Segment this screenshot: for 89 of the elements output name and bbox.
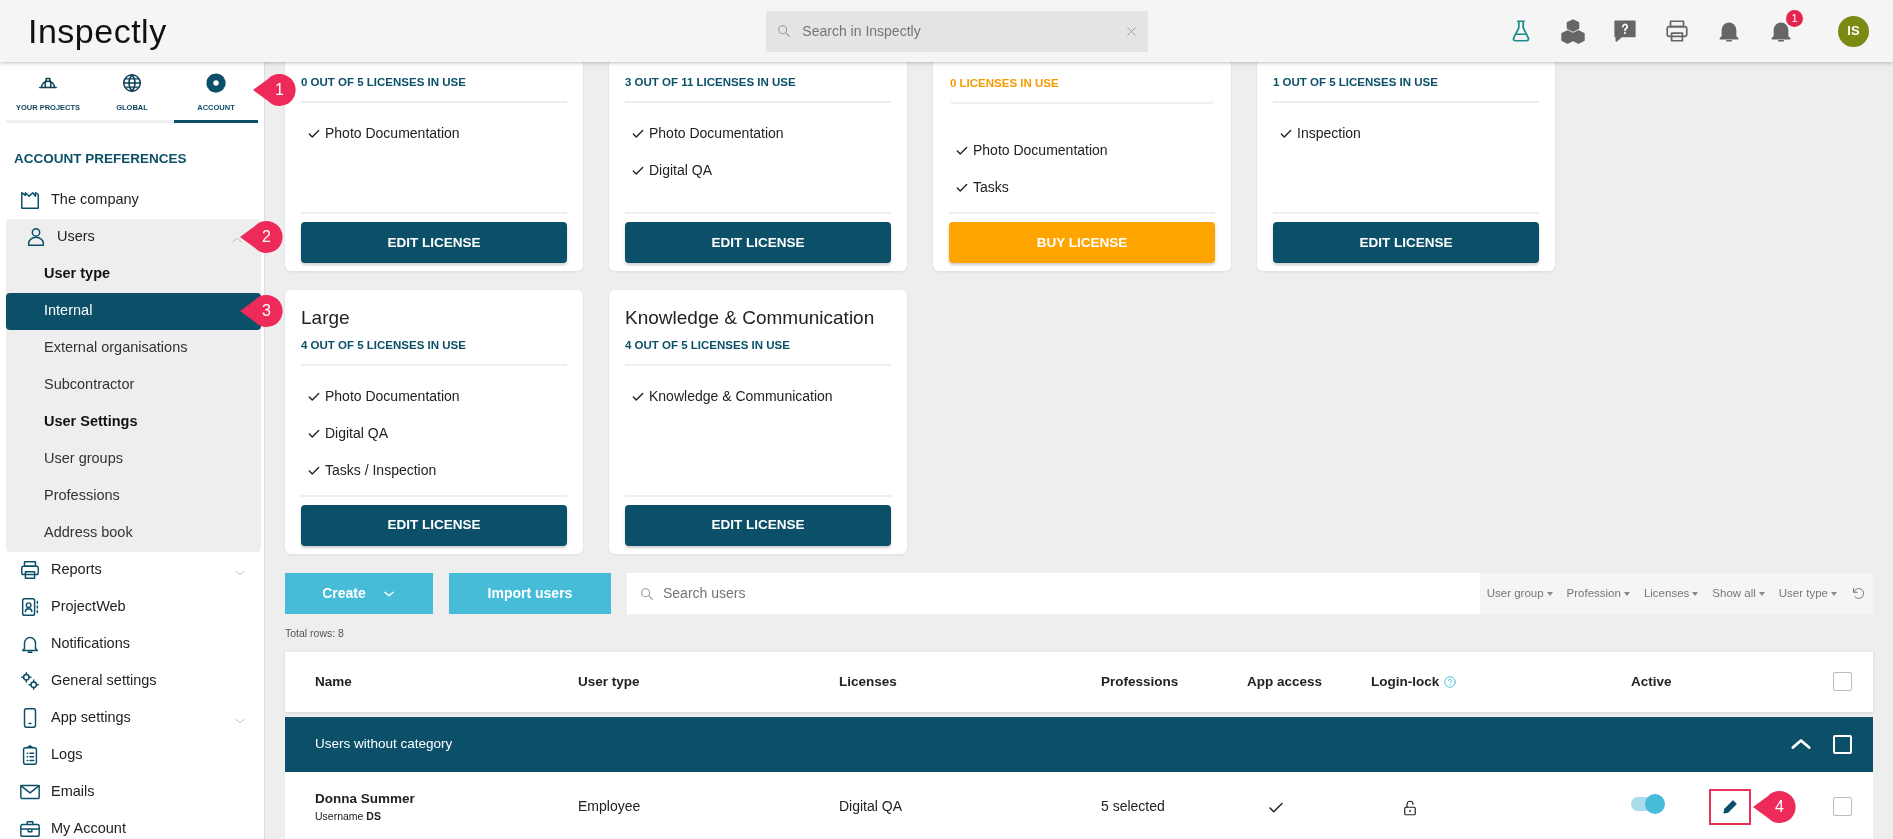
- feature-label: Photo Documentation: [325, 124, 460, 144]
- feature-label: Digital QA: [649, 161, 713, 181]
- column-header: Professions: [1101, 672, 1179, 691]
- filter-dropdown[interactable]: Show all: [1705, 573, 1772, 614]
- caret-icon: [1692, 591, 1699, 596]
- column-header: Login-lock: [1371, 672, 1440, 691]
- feature-label: Inspection: [1297, 124, 1361, 144]
- license-usage: 4 OUT OF 5 LICENSES IN USE: [625, 332, 891, 366]
- section-heading: ACCOUNT PREFERENCES: [13, 150, 188, 169]
- license-title: Knowledge & Communication: [625, 306, 876, 331]
- globe-icon: [121, 72, 143, 94]
- license-usage: 1 OUT OF 5 LICENSES IN USE: [1273, 62, 1539, 104]
- sidebar-item[interactable]: My Account: [6, 810, 261, 839]
- edit-license-button[interactable]: EDIT LICENSE: [1273, 222, 1539, 264]
- contact-card-icon: [19, 596, 41, 618]
- username-label: Username DS: [315, 809, 382, 824]
- submenu-item[interactable]: Subcontractor: [6, 366, 261, 404]
- sidebar-item[interactable]: The company: [6, 181, 261, 219]
- table-cell-text: 5 selected: [1101, 797, 1166, 817]
- checkbox[interactable]: [1833, 797, 1852, 817]
- license-usage: 0 LICENSES IN USE: [949, 62, 1215, 105]
- table-cell-text: Employee: [578, 797, 642, 817]
- submenu-item[interactable]: Internal: [6, 292, 261, 330]
- step-tooltip: 3: [239, 292, 283, 329]
- sidebar-item[interactable]: Logs: [6, 736, 261, 774]
- reset-icon: [1851, 586, 1866, 601]
- group-label: Users without category: [315, 735, 454, 754]
- submenu-item[interactable]: Address book: [6, 514, 261, 552]
- feature-label: Photo Documentation: [325, 387, 460, 406]
- submenu-item[interactable]: External organisations: [6, 329, 261, 367]
- column-header: Licenses: [839, 672, 897, 691]
- license-title: Large: [301, 306, 351, 331]
- search-field[interactable]: Search in Inspectly: [766, 10, 1149, 52]
- column-header: Name: [315, 672, 352, 691]
- license-usage: 3 OUT OF 11 LICENSES IN USE: [625, 62, 891, 104]
- filter-dropdown[interactable]: User group: [1479, 573, 1560, 614]
- help-icon[interactable]: [1612, 18, 1638, 44]
- filter-dropdown[interactable]: Licenses: [1636, 573, 1706, 614]
- caret-icon: [1758, 591, 1765, 596]
- factory-icon: [19, 189, 41, 211]
- caret-icon: [1831, 591, 1837, 596]
- printer-icon[interactable]: [1664, 18, 1690, 44]
- feature-label: Photo Documentation: [973, 141, 1108, 161]
- caret-icon: [1623, 591, 1630, 596]
- checkbox[interactable]: [1833, 672, 1852, 692]
- column-header: User type: [578, 672, 640, 691]
- feature-label: Tasks / Inspection: [325, 461, 437, 480]
- app-logo[interactable]: Inspectly: [28, 5, 167, 57]
- sidebar-item[interactable]: General settings: [6, 662, 261, 700]
- briefcase-icon: [19, 818, 41, 839]
- caret-icon: [1546, 591, 1553, 596]
- user-name: Donna Summer: [315, 789, 416, 808]
- sidebar-item[interactable]: Reports: [6, 551, 261, 589]
- license-usage: 0 OUT OF 5 LICENSES IN USE: [301, 62, 567, 104]
- table-cell-text: Digital QA: [839, 797, 904, 817]
- column-header: Active: [1631, 672, 1672, 691]
- column-header: App access: [1247, 672, 1323, 691]
- toggle-switch[interactable]: [1631, 797, 1663, 812]
- feature-label: Digital QA: [325, 424, 389, 443]
- filter-dropdown[interactable]: User type: [1771, 573, 1844, 614]
- cubes-icon[interactable]: [1560, 18, 1586, 44]
- user-icon: [25, 226, 47, 248]
- sidebar-item[interactable]: ProjectWeb: [6, 588, 261, 626]
- search-field[interactable]: Search users: [627, 573, 1480, 614]
- edit-button[interactable]: [1711, 790, 1749, 823]
- license-usage: 4 OUT OF 5 LICENSES IN USE: [301, 332, 567, 366]
- total-rows-label: Total rows: 8: [285, 626, 345, 641]
- edit-license-button[interactable]: EDIT LICENSE: [301, 222, 567, 264]
- feature-label: Knowledge & Communication: [649, 387, 833, 406]
- filter-dropdown[interactable]: Profession: [1559, 573, 1637, 614]
- unlock-icon[interactable]: [1401, 798, 1419, 817]
- submenu-heading: User type: [43, 264, 112, 284]
- sidebar-item[interactable]: Emails: [6, 773, 261, 811]
- step-tooltip: 2: [239, 218, 283, 255]
- printer-icon: [19, 559, 41, 581]
- feature-label: Tasks: [973, 178, 1009, 198]
- edit-license-button[interactable]: EDIT LICENSE: [625, 505, 891, 546]
- submenu-item[interactable]: Professions: [6, 477, 261, 515]
- edit-license-button[interactable]: EDIT LICENSE: [625, 222, 891, 264]
- sidebar-item[interactable]: Notifications: [6, 625, 261, 663]
- submenu-item[interactable]: User groups: [6, 440, 261, 478]
- step-tooltip: 1: [252, 72, 296, 108]
- notification-badge: 1: [1786, 10, 1803, 27]
- user-avatar[interactable]: IS: [1838, 15, 1869, 47]
- sidebar-item[interactable]: App settings: [6, 699, 261, 737]
- edit-license-button[interactable]: EDIT LICENSE: [301, 505, 567, 546]
- step-tooltip: 4: [1752, 788, 1796, 825]
- feature-label: Photo Documentation: [649, 124, 784, 144]
- submenu-heading: User Settings: [43, 412, 139, 432]
